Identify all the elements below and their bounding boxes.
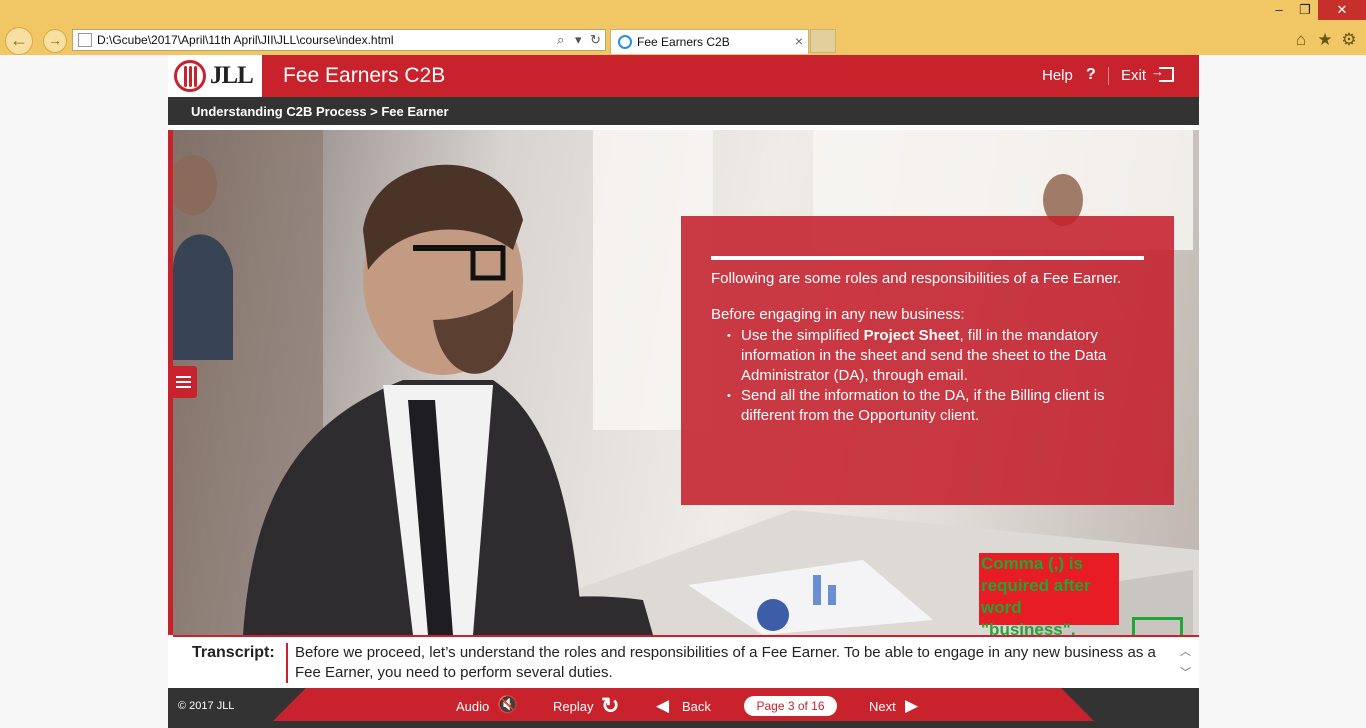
right-margin: [1199, 55, 1366, 728]
jll-logo: JLL: [168, 55, 262, 97]
replay-icon[interactable]: ↻: [601, 693, 619, 719]
review-annotation: Comma (,) is required after word "busine…: [979, 553, 1119, 639]
browser-chrome: ← → D:\Gcube\2017\April\11th April\JII\J…: [0, 0, 1366, 55]
next-icon[interactable]: ▶: [905, 696, 918, 716]
help-button[interactable]: Help: [1042, 67, 1073, 84]
replay-button[interactable]: Replay: [553, 699, 593, 714]
menu-hamburger-icon[interactable]: [171, 366, 197, 398]
browser-tab[interactable]: Fee Earners C2B ×: [610, 29, 809, 54]
left-margin: [0, 55, 168, 728]
scroll-up-icon[interactable]: ︿: [1180, 643, 1191, 659]
transcript-divider: [286, 643, 288, 683]
next-button[interactable]: Next: [869, 699, 896, 714]
transcript-panel: Transcript: Before we proceed, let’s und…: [173, 635, 1199, 686]
search-icon[interactable]: ⌕: [557, 32, 564, 48]
jll-logo-mark-icon: [174, 60, 206, 92]
tab-title: Fee Earners C2B: [637, 35, 730, 49]
audio-mute-icon[interactable]: 🔇: [497, 695, 518, 715]
exit-icon[interactable]: [1151, 64, 1174, 82]
help-icon[interactable]: ?: [1086, 66, 1096, 84]
back-button[interactable]: Back: [682, 699, 711, 714]
breadcrumb: Understanding C2B Process > Fee Earner: [168, 97, 1199, 125]
page-icon: [78, 33, 92, 47]
tab-close-icon[interactable]: ×: [795, 33, 803, 49]
exit-button[interactable]: Exit: [1121, 67, 1146, 84]
list-item: Send all the information to the DA, if t…: [727, 386, 1127, 426]
audio-button[interactable]: Audio: [456, 699, 489, 714]
course-header: JLL Fee Earners C2B Help ? Exit: [168, 55, 1199, 97]
back-icon[interactable]: ◀: [656, 696, 669, 716]
responsibility-list: Use the simplified Project Sheet, fill i…: [727, 326, 1127, 426]
page-indicator: Page 3 of 16: [744, 696, 837, 716]
tools-gear-icon[interactable]: ⚙: [1338, 30, 1360, 50]
panel-intro: Following are some roles and responsibil…: [711, 270, 1122, 287]
content-panel: Following are some roles and responsibil…: [681, 216, 1174, 505]
jll-logo-text: JLL: [210, 62, 254, 89]
breadcrumb-text: Understanding C2B Process > Fee Earner: [191, 104, 449, 119]
new-tab-button[interactable]: [810, 29, 836, 53]
copyright: © 2017 JLL: [178, 700, 235, 712]
close-window-icon[interactable]: ✕: [1318, 0, 1366, 20]
ie-icon: [618, 35, 632, 49]
favorites-star-icon[interactable]: ★: [1314, 30, 1336, 50]
address-bar[interactable]: D:\Gcube\2017\April\11th April\JII\JLL\c…: [72, 29, 606, 51]
header-divider: [1108, 67, 1109, 85]
scroll-down-icon[interactable]: ﹀: [1180, 664, 1191, 680]
course-title: Fee Earners C2B: [283, 64, 446, 87]
back-arrow-icon[interactable]: ←: [5, 27, 33, 55]
list-item: Use the simplified Project Sheet, fill i…: [727, 326, 1127, 386]
transcript-text: Before we proceed, let’s understand the …: [295, 644, 1156, 681]
dropdown-icon[interactable]: ▾: [575, 32, 582, 48]
transcript-label: Transcript:: [192, 644, 275, 661]
maximize-icon[interactable]: ❐: [1292, 0, 1318, 20]
home-icon[interactable]: ⌂: [1290, 30, 1312, 50]
minimize-icon[interactable]: –: [1266, 0, 1292, 20]
panel-lead: Before engaging in any new business:: [711, 306, 965, 323]
panel-rule: [711, 256, 1144, 260]
forward-arrow-icon[interactable]: →: [43, 29, 67, 53]
refresh-icon[interactable]: ↻: [590, 32, 601, 48]
address-url[interactable]: D:\Gcube\2017\April\11th April\JII\JLL\c…: [97, 33, 394, 47]
course-footer: © 2017 JLL Audio 🔇 Replay ↻ ◀ Back Page …: [168, 688, 1199, 728]
